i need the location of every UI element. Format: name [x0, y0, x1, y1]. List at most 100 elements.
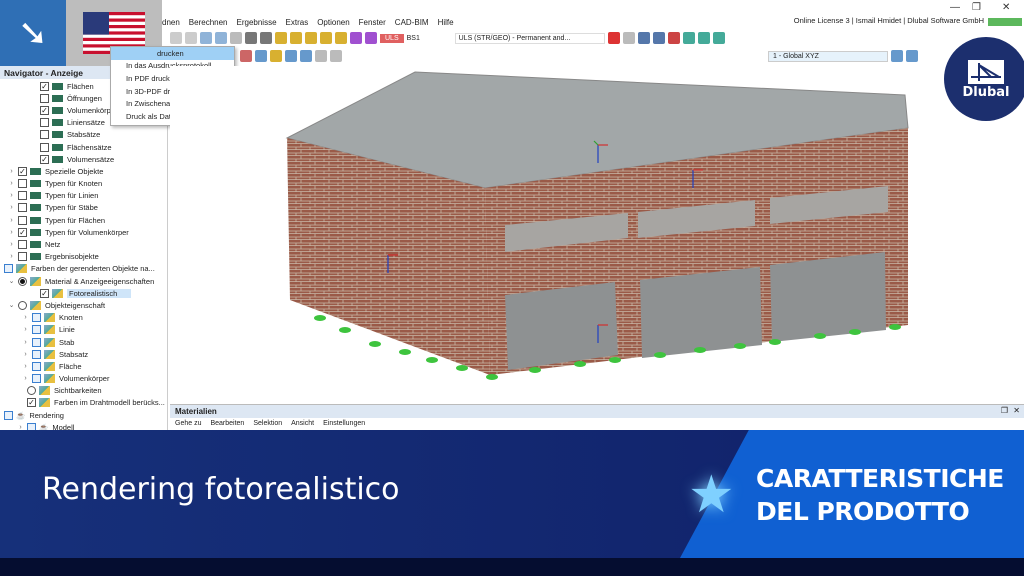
expand-chevron-icon[interactable]: ⌄: [0, 411, 2, 419]
expand-chevron-icon[interactable]: ›: [7, 217, 16, 224]
panel-icon[interactable]: [230, 32, 242, 44]
navigator-item[interactable]: › Typen für Flächen: [0, 214, 167, 226]
combination-select[interactable]: ULS (STR/GEO) - Permanent and...: [454, 32, 605, 44]
menu-berechnen[interactable]: Berechnen: [189, 18, 228, 27]
view-icon[interactable]: [200, 32, 212, 44]
checkbox[interactable]: [40, 142, 49, 152]
close-panel-icon[interactable]: ✕: [1013, 406, 1020, 415]
checkbox[interactable]: ✓: [40, 288, 49, 298]
axis-x-icon[interactable]: [682, 32, 695, 44]
node-icon[interactable]: [270, 50, 282, 62]
calc-icon[interactable]: [260, 32, 272, 44]
checkbox[interactable]: [18, 252, 27, 262]
navigator-item[interactable]: ⌄ Objekteigenschaft: [0, 299, 167, 311]
navigator-item[interactable]: › ✓ Spezielle Objekte: [0, 165, 167, 177]
box-icon[interactable]: [255, 50, 267, 62]
radio-button[interactable]: [27, 386, 36, 396]
checkbox[interactable]: [27, 422, 36, 430]
load-icon[interactable]: [275, 32, 287, 44]
materials-menu-goto[interactable]: Gehe zu: [175, 420, 201, 427]
wire-icon[interactable]: [906, 50, 918, 62]
load-case[interactable]: BS1: [407, 35, 452, 42]
checkbox[interactable]: ✓: [40, 105, 49, 115]
checkbox[interactable]: ✓: [40, 81, 49, 91]
expand-chevron-icon[interactable]: ⌄: [0, 265, 2, 273]
member-icon[interactable]: [285, 50, 297, 62]
dimension-icon[interactable]: [315, 50, 327, 62]
checkbox[interactable]: [32, 325, 41, 335]
minimize-button[interactable]: —: [950, 2, 960, 13]
table-icon[interactable]: [215, 32, 227, 44]
navigator-item[interactable]: Sichtbarkeiten: [0, 385, 167, 397]
result-icon[interactable]: [290, 32, 302, 44]
navigator-item[interactable]: › Stabsatz: [0, 348, 167, 360]
radio-button[interactable]: [18, 300, 27, 310]
close-button[interactable]: ✕: [1002, 2, 1010, 13]
expand-chevron-icon[interactable]: ›: [21, 351, 30, 358]
menu-optionen[interactable]: Optionen: [317, 18, 349, 27]
expand-chevron-icon[interactable]: ›: [7, 241, 16, 248]
script-icon[interactable]: [245, 32, 257, 44]
undo-icon[interactable]: [170, 32, 182, 44]
checkbox[interactable]: [40, 130, 49, 140]
navigator-item[interactable]: Flächensätze: [0, 141, 167, 153]
redo-icon[interactable]: [185, 32, 197, 44]
menu-cad-bim[interactable]: CAD-BIM: [395, 18, 429, 27]
checkbox[interactable]: ✓: [27, 398, 36, 408]
checkbox[interactable]: [4, 410, 13, 420]
checkbox[interactable]: [18, 240, 27, 250]
checkbox[interactable]: [40, 93, 49, 103]
expand-chevron-icon[interactable]: ›: [7, 229, 16, 236]
expand-chevron-icon[interactable]: ›: [7, 192, 16, 199]
expand-chevron-icon[interactable]: ⌄: [7, 277, 16, 285]
checkbox[interactable]: [18, 203, 27, 213]
expand-chevron-icon[interactable]: ›: [7, 180, 16, 187]
materials-menu-settings[interactable]: Einstellungen: [323, 420, 365, 427]
select-icon[interactable]: [240, 50, 252, 62]
checkbox[interactable]: [32, 337, 41, 347]
navigator-item[interactable]: ✓ Farben im Drahtmodell berücks...: [0, 397, 167, 409]
3d-viewport[interactable]: [170, 66, 1024, 404]
menu-ergebnisse[interactable]: Ergebnisse: [237, 18, 277, 27]
navigator-item[interactable]: › Linie: [0, 324, 167, 336]
materials-menu-selection[interactable]: Selektion: [253, 420, 282, 427]
expand-chevron-icon[interactable]: ›: [7, 204, 16, 211]
filter-icon[interactable]: [607, 32, 620, 44]
axis-y-icon[interactable]: [697, 32, 710, 44]
combo2-icon[interactable]: [365, 32, 377, 44]
surface-icon[interactable]: [300, 50, 312, 62]
expand-chevron-icon[interactable]: ›: [7, 168, 16, 175]
comment-icon[interactable]: [320, 32, 332, 44]
checkbox[interactable]: [32, 374, 41, 384]
navigator-item[interactable]: › Typen für Stäbe: [0, 202, 167, 214]
model-icon[interactable]: [637, 32, 650, 44]
navigator-item[interactable]: › Fläche: [0, 360, 167, 372]
combo-icon[interactable]: [350, 32, 362, 44]
radio-button[interactable]: [18, 276, 27, 286]
navigator-item[interactable]: ✓ Fotorealistisch: [0, 287, 167, 299]
expand-chevron-icon[interactable]: ›: [21, 314, 30, 321]
menu-extras[interactable]: Extras: [286, 18, 309, 27]
navigator-item[interactable]: › Netz: [0, 238, 167, 250]
expand-chevron-icon[interactable]: ›: [21, 326, 30, 333]
menu-fenster[interactable]: Fenster: [359, 18, 386, 27]
checkbox[interactable]: [18, 179, 27, 189]
axis-z-icon[interactable]: [712, 32, 725, 44]
support-icon[interactable]: [652, 32, 665, 44]
navigator-item[interactable]: › Knoten: [0, 312, 167, 324]
checkbox[interactable]: [4, 264, 13, 274]
menu-partial[interactable]: dnen: [162, 18, 180, 27]
target-icon[interactable]: [305, 32, 317, 44]
menu-item-print[interactable]: drucken: [111, 47, 234, 60]
navigator-item[interactable]: ⌄ ☕Rendering: [0, 409, 167, 421]
expand-chevron-icon[interactable]: ⌄: [7, 301, 16, 309]
navigator-item[interactable]: ✓ Volumensätze: [0, 153, 167, 165]
materials-menu-view[interactable]: Ansicht: [291, 420, 314, 427]
navigator-item[interactable]: › Volumenkörper: [0, 373, 167, 385]
menu-hilfe[interactable]: Hilfe: [438, 18, 454, 27]
checkbox[interactable]: [32, 313, 41, 323]
delete-view-icon[interactable]: [667, 32, 680, 44]
navigator-item[interactable]: ⌄ Farben der gerenderten Objekte na...: [0, 263, 167, 275]
navigator-item[interactable]: › ✓ Typen für Volumenkörper: [0, 226, 167, 238]
navigator-item[interactable]: › ☕ Modell: [0, 421, 167, 430]
